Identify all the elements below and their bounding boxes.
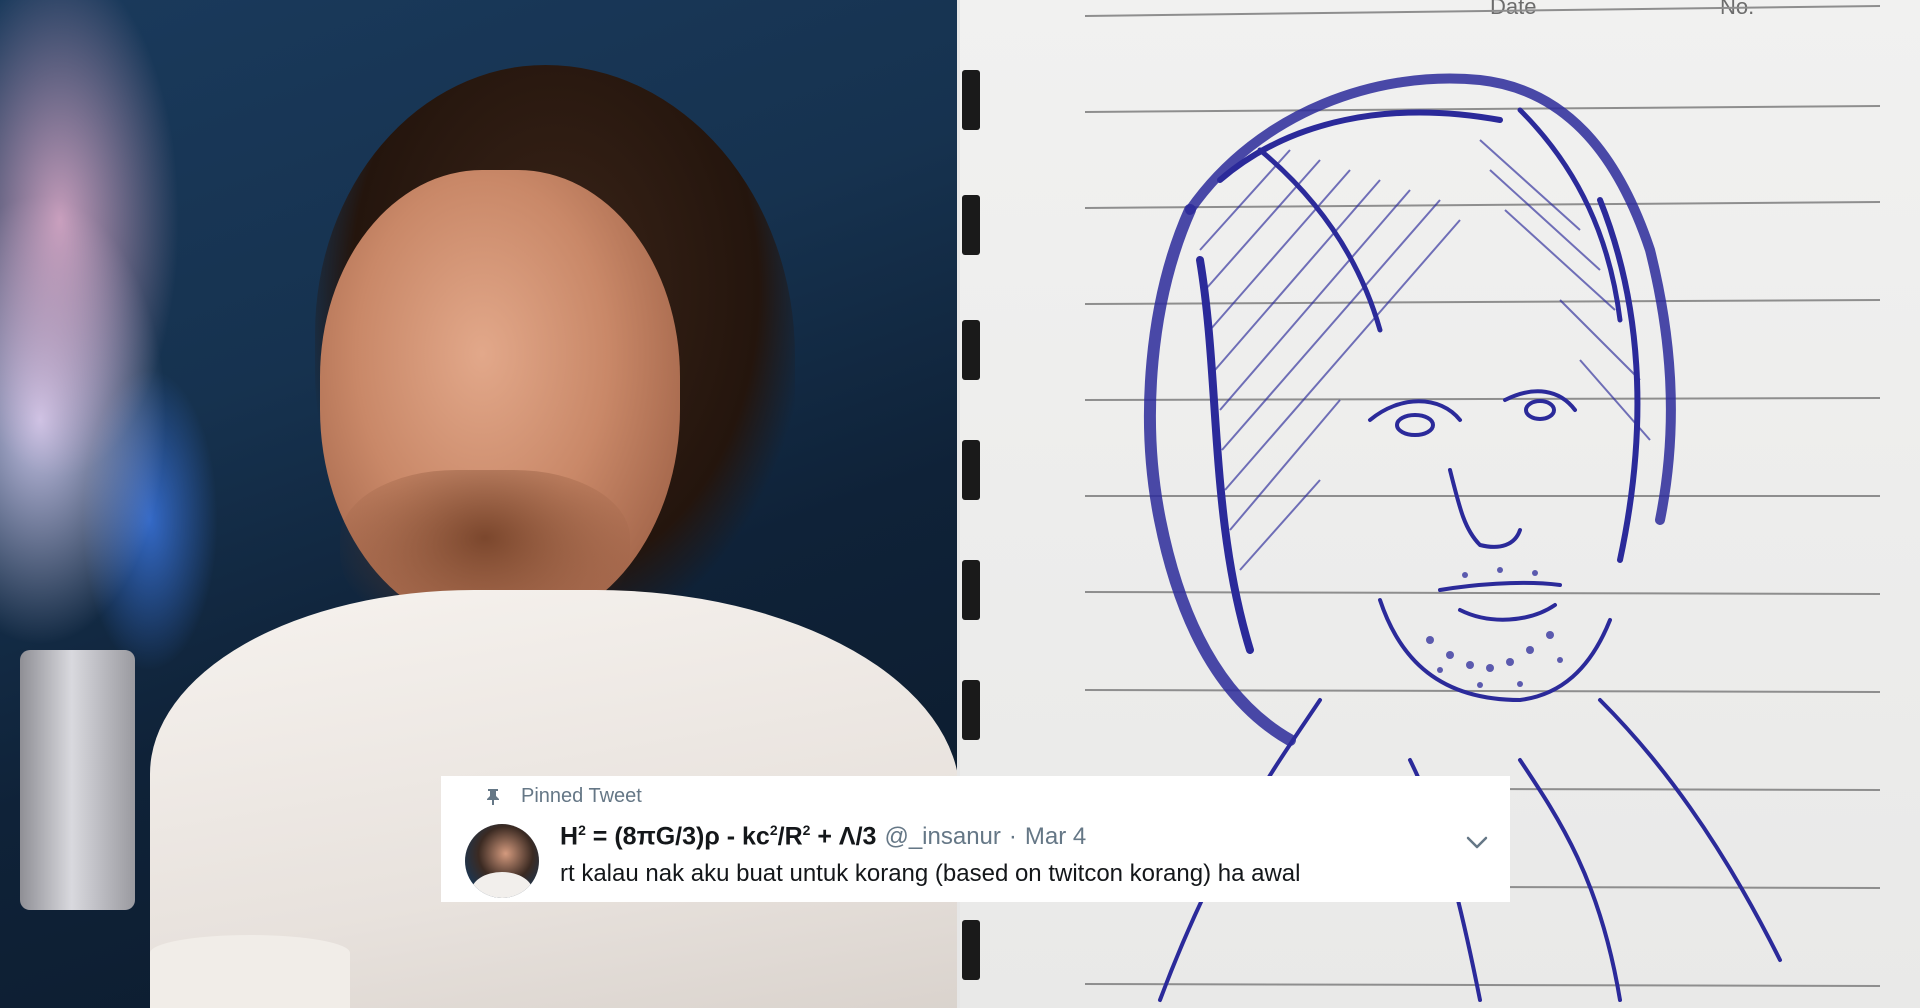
user-handle[interactable]: @_insanur xyxy=(884,823,1000,851)
pinned-tweet-card[interactable]: Pinned Tweet H2 = (8πG/3)ρ - kc2/R2 + Λ/… xyxy=(441,776,1510,902)
tweet-header: H2 = (8πG/3)ρ - kc2/R2 + Λ/3 @_insanur ·… xyxy=(560,822,1086,856)
paper-cup xyxy=(150,935,350,1008)
tweet-date[interactable]: Mar 4 xyxy=(1025,823,1086,851)
avatar[interactable] xyxy=(465,824,539,898)
studio-light xyxy=(0,0,180,480)
separator-dot: · xyxy=(1008,823,1017,851)
display-name[interactable]: H2 = (8πG/3)ρ - kc2/R2 + Λ/3 xyxy=(560,822,876,851)
pinned-indicator: Pinned Tweet xyxy=(487,784,642,808)
sketch-face xyxy=(1158,389,1782,1002)
chevron-down-icon[interactable] xyxy=(1466,836,1488,850)
avatar-shirt xyxy=(471,872,533,898)
sketch-hair xyxy=(1144,73,1676,746)
microphone xyxy=(20,650,135,910)
pin-icon xyxy=(487,789,499,805)
pinned-label: Pinned Tweet xyxy=(521,784,642,807)
tweet-text: rt kalau nak aku buat untuk korang (base… xyxy=(560,860,1301,887)
